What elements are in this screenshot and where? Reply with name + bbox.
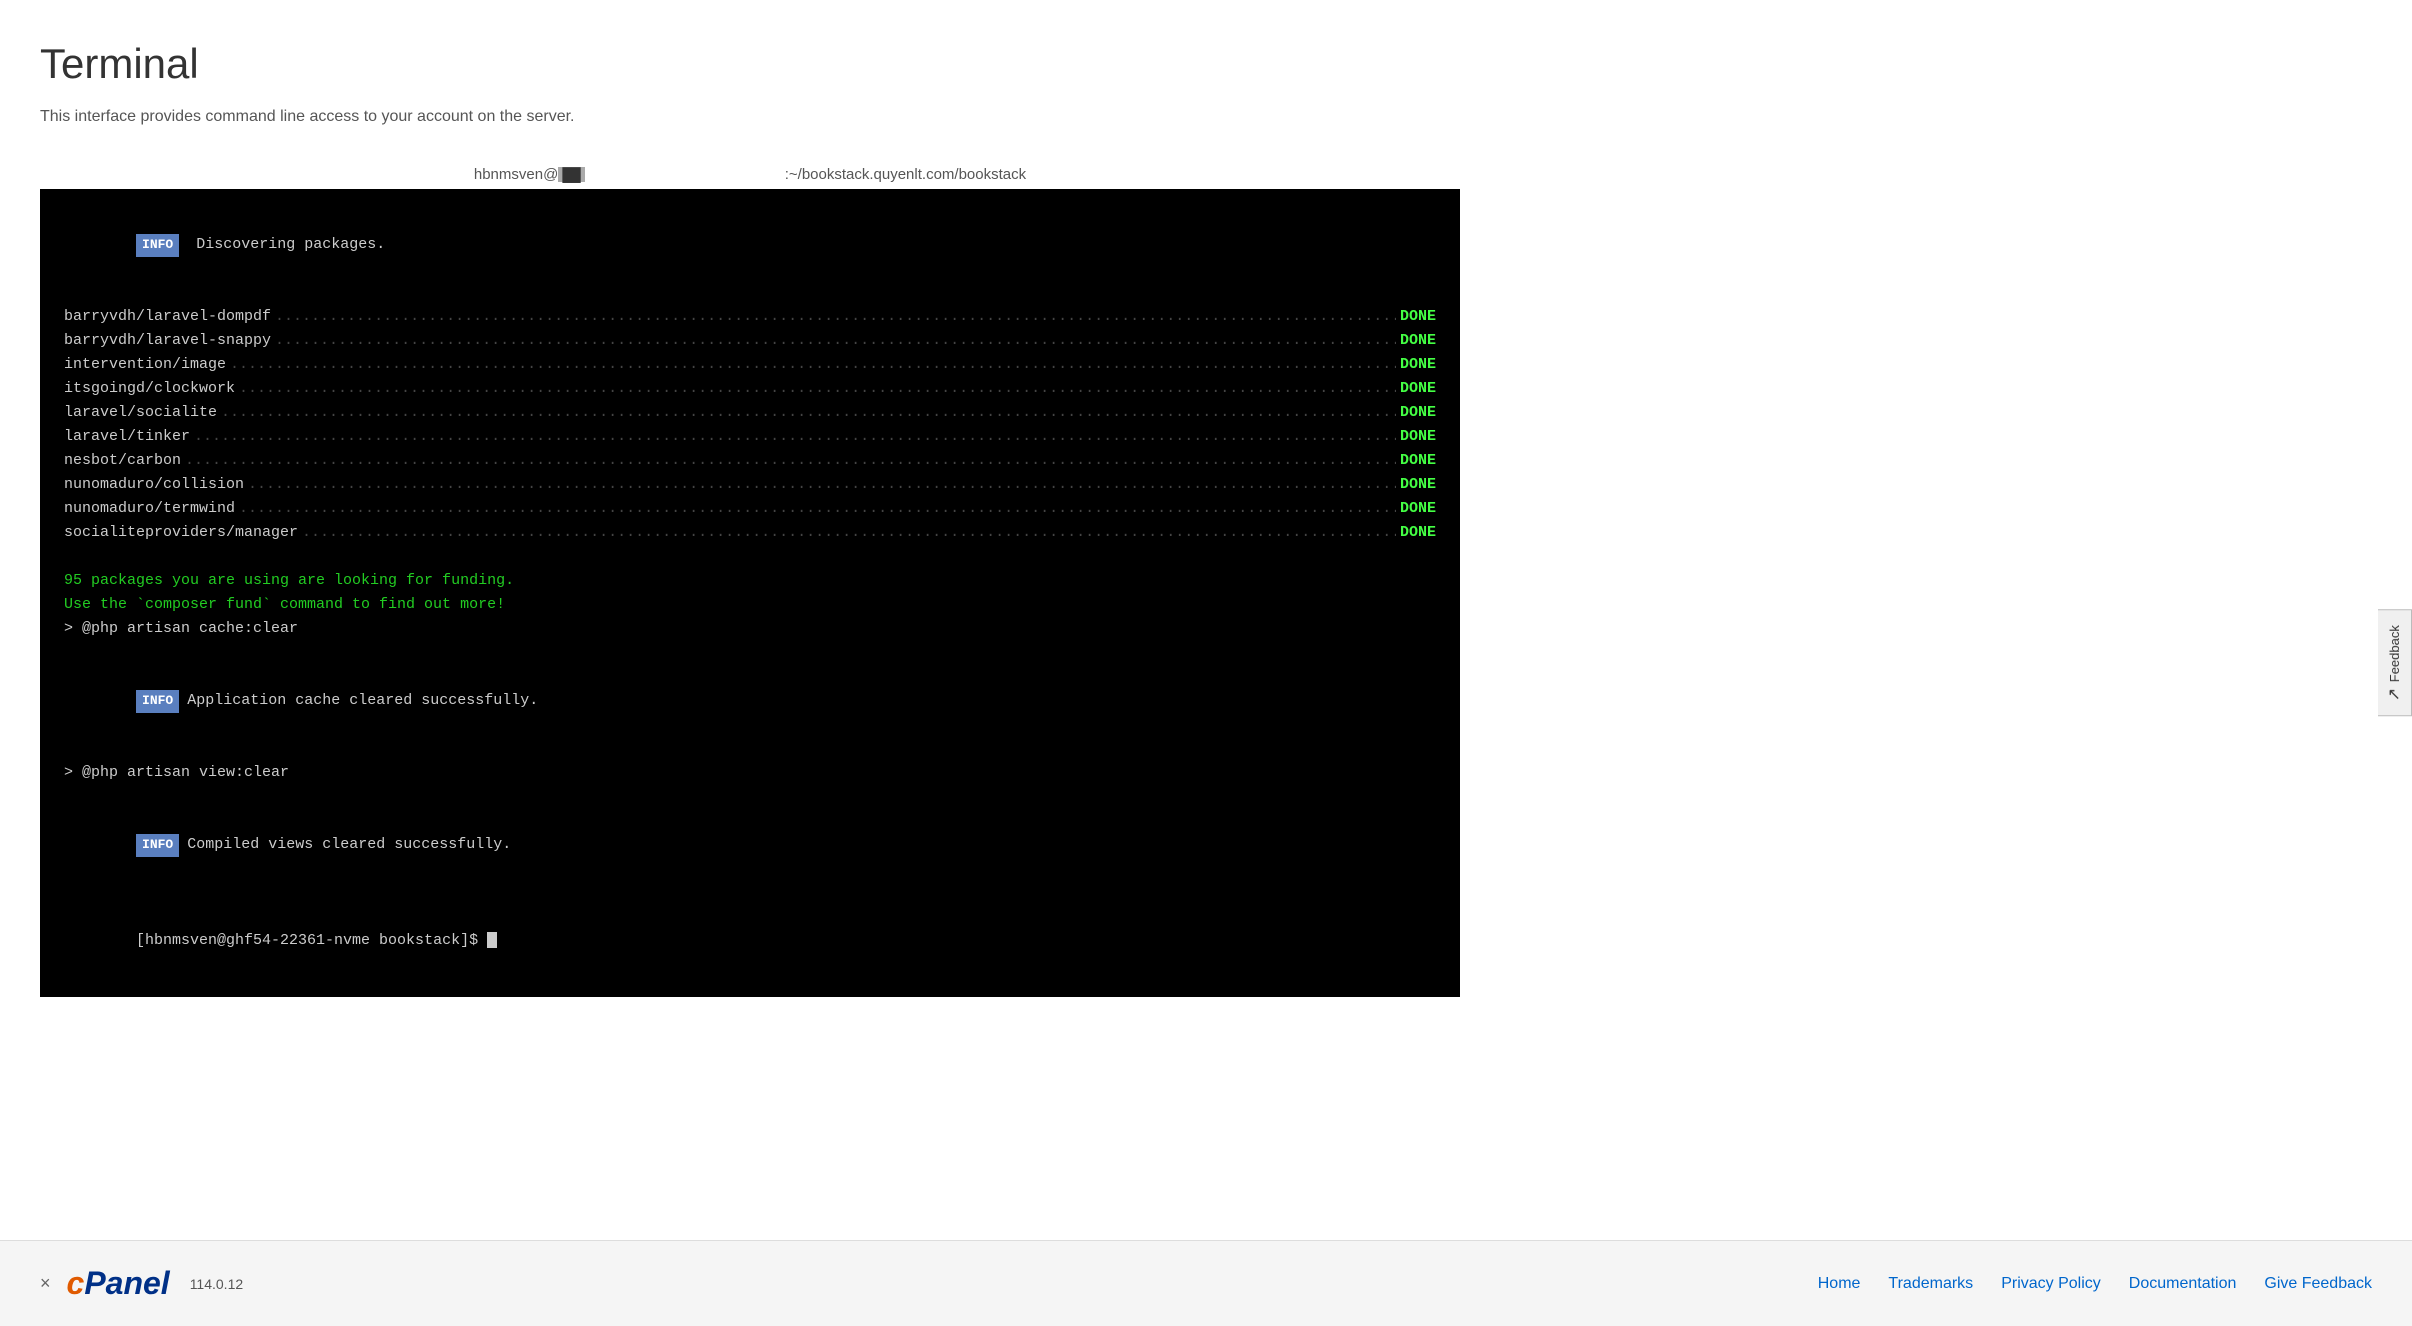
package-status: DONE	[1400, 401, 1436, 425]
package-status: DONE	[1400, 329, 1436, 353]
side-feedback-button[interactable]: ↗ Feedback	[2378, 610, 2412, 717]
package-list: barryvdh/laravel-dompdf ................…	[64, 305, 1436, 545]
main-content: Terminal This interface provides command…	[0, 0, 2412, 1240]
cpanel-logo: cPanel	[67, 1265, 170, 1302]
package-name: nunomaduro/termwind	[64, 497, 235, 521]
package-status: DONE	[1400, 497, 1436, 521]
side-feedback-label: Feedback	[2387, 625, 2402, 682]
package-name: socialiteproviders/manager	[64, 521, 298, 545]
package-dots: ........................................…	[302, 521, 1396, 545]
info-line-1: INFOApplication cache cleared successful…	[64, 665, 1436, 737]
package-dots: ........................................…	[248, 473, 1396, 497]
funding-line1: 95 packages you are using are looking fo…	[64, 569, 1436, 593]
package-name: itsgoingd/clockwork	[64, 377, 235, 401]
package-name: laravel/socialite	[64, 401, 217, 425]
footer-left: × cPanel 114.0.12	[40, 1265, 243, 1302]
package-name: nesbot/carbon	[64, 449, 181, 473]
terminal-output[interactable]: INFO Discovering packages. barryvdh/lara…	[40, 189, 1460, 997]
package-status: DONE	[1400, 449, 1436, 473]
cmd2: > @php artisan view:clear	[64, 761, 1436, 785]
package-row: socialiteproviders/manager .............…	[64, 521, 1436, 545]
info-badge-3: INFO	[136, 834, 179, 857]
info-line-2: INFOCompiled views cleared successfully.	[64, 809, 1436, 881]
footer-link-privacy[interactable]: Privacy Policy	[2001, 1275, 2101, 1293]
info-badge-1: INFO	[136, 234, 179, 257]
terminal-user: hbnmsven@██	[474, 166, 585, 183]
package-dots: ........................................…	[275, 329, 1396, 353]
cpanel-version: 114.0.12	[190, 1276, 243, 1292]
terminal-line-discover: INFO Discovering packages.	[64, 209, 1436, 281]
terminal-prompt: [hbnmsven@ghf54-22361-nvme bookstack]$	[64, 905, 1436, 977]
package-status: DONE	[1400, 521, 1436, 545]
package-dots: ........................................…	[239, 497, 1396, 521]
package-status: DONE	[1400, 425, 1436, 449]
page-description: This interface provides command line acc…	[40, 108, 2372, 126]
footer-link-home[interactable]: Home	[1818, 1275, 1861, 1293]
package-dots: ........................................…	[230, 353, 1396, 377]
package-row: nunomaduro/collision ...................…	[64, 473, 1436, 497]
terminal-header: hbnmsven@██ :~/bookstack.quyenlt.com/boo…	[40, 166, 1460, 189]
package-row: intervention/image .....................…	[64, 353, 1436, 377]
footer-link-documentation[interactable]: Documentation	[2129, 1275, 2237, 1293]
footer-link-give-feedback[interactable]: Give Feedback	[2264, 1275, 2372, 1293]
package-row: barryvdh/laravel-snappy ................…	[64, 329, 1436, 353]
terminal-wrapper: hbnmsven@██ :~/bookstack.quyenlt.com/boo…	[40, 166, 1460, 997]
page-title: Terminal	[40, 40, 2372, 88]
package-status: DONE	[1400, 377, 1436, 401]
package-row: itsgoingd/clockwork ....................…	[64, 377, 1436, 401]
package-row: nunomaduro/termwind ....................…	[64, 497, 1436, 521]
footer-link-trademarks[interactable]: Trademarks	[1888, 1275, 1973, 1293]
package-dots: ........................................…	[221, 401, 1396, 425]
cpanel-panel-text: Panel	[84, 1265, 169, 1302]
package-row: barryvdh/laravel-dompdf ................…	[64, 305, 1436, 329]
info-badge-2: INFO	[136, 690, 179, 713]
package-row: laravel/tinker .........................…	[64, 425, 1436, 449]
package-row: laravel/socialite ......................…	[64, 401, 1436, 425]
side-feedback-icon: ↗	[2385, 688, 2404, 701]
package-dots: ........................................…	[194, 425, 1396, 449]
terminal-path: :~/bookstack.quyenlt.com/bookstack	[785, 166, 1026, 183]
footer-links: Home Trademarks Privacy Policy Documenta…	[1818, 1275, 2372, 1293]
package-status: DONE	[1400, 473, 1436, 497]
package-dots: ........................................…	[275, 305, 1396, 329]
package-dots: ........................................…	[185, 449, 1396, 473]
terminal-cursor	[487, 932, 497, 948]
package-name: barryvdh/laravel-snappy	[64, 329, 271, 353]
funding-line2: Use the `composer fund` command to find …	[64, 593, 1436, 617]
package-row: nesbot/carbon ..........................…	[64, 449, 1436, 473]
footer: × cPanel 114.0.12 Home Trademarks Privac…	[0, 1240, 2412, 1326]
package-name: nunomaduro/collision	[64, 473, 244, 497]
close-button[interactable]: ×	[40, 1273, 51, 1294]
cmd1: > @php artisan cache:clear	[64, 617, 1436, 641]
package-dots: ........................................…	[239, 377, 1396, 401]
cpanel-c-letter: c	[67, 1265, 85, 1302]
package-name: intervention/image	[64, 353, 226, 377]
package-name: laravel/tinker	[64, 425, 190, 449]
package-name: barryvdh/laravel-dompdf	[64, 305, 271, 329]
package-status: DONE	[1400, 305, 1436, 329]
package-status: DONE	[1400, 353, 1436, 377]
